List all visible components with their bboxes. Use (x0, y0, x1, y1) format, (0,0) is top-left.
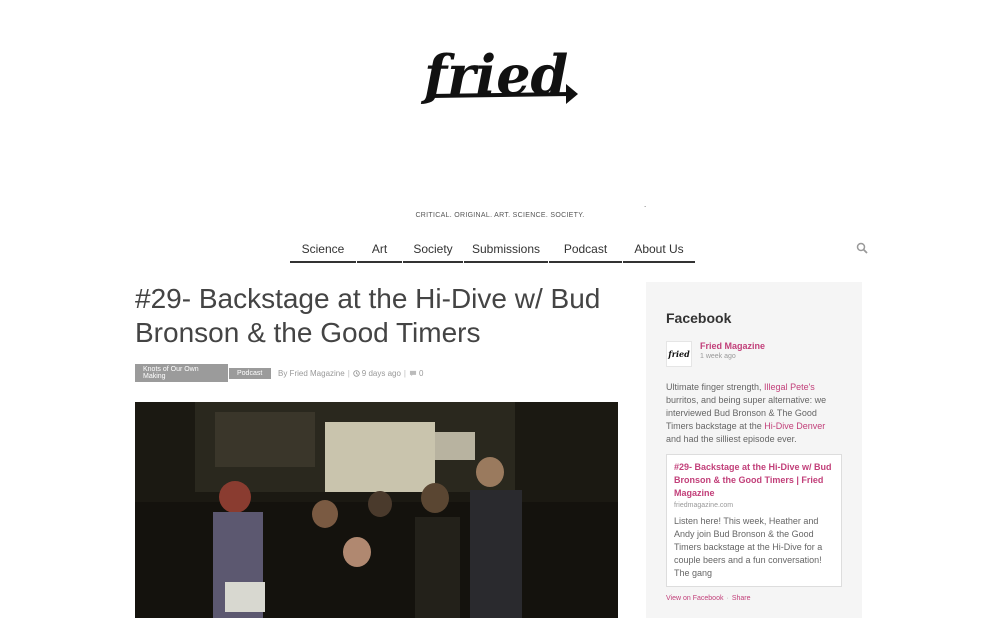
facebook-page-header: fried Fried Magazine 1 week ago (666, 341, 842, 367)
comment-icon (409, 370, 417, 376)
nav-item-science[interactable]: Science (290, 240, 356, 263)
site-tagline: CRITICAL. ORIGINAL. ART. SCIENCE. SOCIET… (415, 212, 585, 219)
site-logo[interactable]: fried (420, 34, 580, 114)
footer-separator: · (726, 595, 729, 602)
avatar-logo-text: fried (668, 349, 690, 359)
sidebar: Facebook fried Fried Magazine 1 week ago… (646, 282, 862, 618)
facebook-post-time[interactable]: 1 week ago (700, 353, 765, 360)
card-title[interactable]: #29- Backstage at the Hi-Dive w/ Bud Bro… (674, 461, 834, 500)
post-text-part: and had the silliest episode ever. (666, 434, 797, 444)
search-icon[interactable] (856, 242, 868, 254)
nav-item-society[interactable]: Society (403, 240, 463, 263)
avatar[interactable]: fried (666, 341, 692, 367)
facebook-link-card[interactable]: #29- Backstage at the Hi-Dive w/ Bud Bro… (666, 454, 842, 587)
post-author[interactable]: By Fried Magazine (278, 369, 345, 378)
post-comment-count[interactable]: 0 (419, 369, 423, 378)
link-illegal-petes[interactable]: Illegal Pete's (764, 382, 815, 392)
main-nav: Science Art Society Submissions Podcast … (290, 240, 696, 263)
header-dot: . (644, 200, 647, 209)
nav-item-podcast[interactable]: Podcast (549, 240, 622, 263)
featured-image[interactable] (135, 402, 618, 618)
facebook-post-text: Ultimate finger strength, Illegal Pete's… (666, 381, 842, 446)
nav-item-about-us[interactable]: About Us (623, 240, 695, 263)
card-description: Listen here! This week, Heather and Andy… (674, 516, 823, 578)
clock-icon (353, 369, 360, 377)
share-link[interactable]: Share (732, 595, 751, 602)
category-tag-podcast[interactable]: Podcast (229, 367, 271, 379)
post-title[interactable]: #29- Backstage at the Hi-Dive w/ Bud Bro… (135, 282, 625, 350)
link-hi-dive-denver[interactable]: Hi-Dive Denver (764, 421, 825, 431)
post-text-part: Ultimate finger strength, (666, 382, 765, 392)
category-tag-knots[interactable]: Knots of Our Own Making (135, 364, 228, 382)
facebook-page-name[interactable]: Fried Magazine (700, 341, 765, 351)
facebook-footer: View on Facebook · Share (666, 595, 842, 602)
post-date: 9 days ago (361, 368, 401, 378)
card-domain: friedmagazine.com (674, 502, 734, 509)
nav-item-art[interactable]: Art (357, 240, 402, 263)
view-on-facebook-link[interactable]: View on Facebook (666, 595, 723, 602)
sidebar-title: Facebook (666, 310, 732, 326)
post-meta: Knots of Our Own Making Podcast By Fried… (135, 364, 423, 382)
nav-item-submissions[interactable]: Submissions (464, 240, 548, 263)
